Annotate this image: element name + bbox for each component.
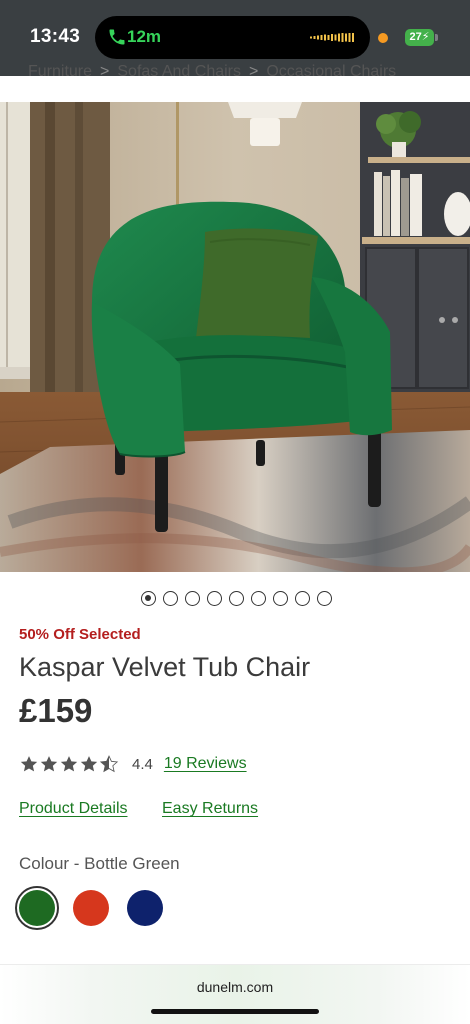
- call-duration: 12m: [127, 27, 162, 46]
- star-icon: [20, 756, 38, 772]
- colour-label: Colour - Bottle Green: [19, 854, 180, 873]
- star-icon: [40, 756, 58, 772]
- rating-value: 4.4: [132, 755, 153, 773]
- colour-swatch-red[interactable]: [69, 886, 113, 930]
- carousel-dot[interactable]: [250, 591, 266, 606]
- breadcrumb-separator: >: [249, 63, 259, 80]
- armchair-photo: [0, 102, 470, 572]
- breadcrumb: Furniture > Sofas And Chairs > Occasional Ch…: [0, 63, 470, 88]
- carousel-dot[interactable]: [228, 591, 244, 606]
- half-star-icon: [99, 755, 119, 773]
- mic-indicator-dot: [378, 33, 388, 43]
- promo-label: 50% Off Selected: [19, 626, 141, 643]
- product-title: Kaspar Velvet Tub Chair: [19, 652, 311, 682]
- breadcrumb-separator: >: [100, 63, 110, 80]
- carousel-dot[interactable]: [272, 591, 288, 606]
- battery-level: 27: [409, 31, 422, 43]
- url-text[interactable]: dunelm.com: [0, 979, 470, 995]
- star-rating: [19, 754, 119, 774]
- carousel-dot[interactable]: [316, 591, 332, 606]
- product-image[interactable]: [0, 102, 470, 572]
- swatch-fill: [127, 890, 163, 926]
- browser-url-bar[interactable]: dunelm.com: [0, 964, 470, 1024]
- easy-returns-link[interactable]: Easy Returns: [162, 800, 258, 818]
- reviews-link[interactable]: 19 Reviews: [164, 755, 247, 773]
- status-time: 13:43: [30, 26, 81, 47]
- breadcrumb-item-chairs[interactable]: Occasional Chairs: [266, 63, 396, 80]
- colour-swatch-navy[interactable]: [123, 886, 167, 930]
- star-icon: [60, 756, 78, 772]
- dynamic-island[interactable]: 12m: [95, 16, 370, 59]
- swatch-fill: [19, 890, 55, 926]
- product-price: £159: [19, 692, 93, 729]
- carousel-pagination: [0, 591, 470, 607]
- carousel-dot[interactable]: [140, 591, 156, 606]
- carousel-dot[interactable]: [184, 591, 200, 606]
- carousel-dot[interactable]: [294, 591, 310, 606]
- battery-icon: 27⚡: [405, 29, 438, 46]
- star-icon: [80, 756, 98, 772]
- rating-row: 4.4 19 Reviews: [19, 752, 247, 776]
- product-details-link[interactable]: Product Details: [19, 800, 128, 818]
- colour-swatch-bottle-green[interactable]: [15, 886, 59, 930]
- carousel-dot[interactable]: [162, 591, 178, 606]
- breadcrumb-item-sofas[interactable]: Sofas And Chairs: [117, 63, 241, 80]
- home-indicator[interactable]: [151, 1009, 319, 1014]
- audio-waveform-icon: [310, 33, 354, 42]
- breadcrumb-item-furniture[interactable]: Furniture: [28, 63, 92, 80]
- swatch-fill: [73, 890, 109, 926]
- carousel-dot[interactable]: [206, 591, 222, 606]
- phone-icon: [109, 29, 125, 45]
